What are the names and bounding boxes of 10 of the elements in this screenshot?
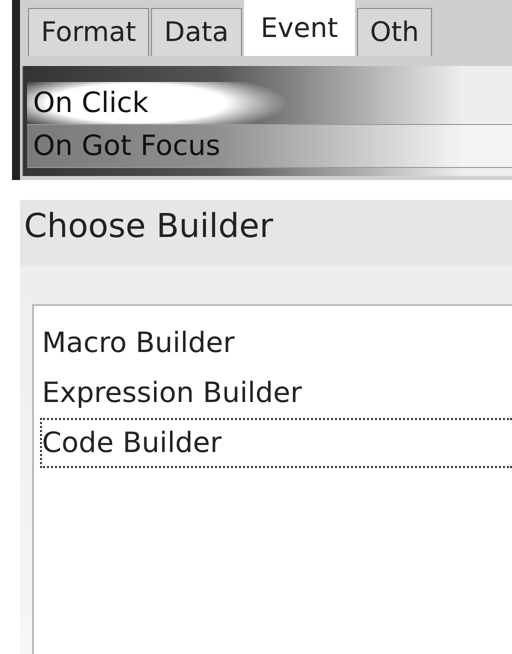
tab[interactable]: Data — [151, 8, 242, 56]
dialog-title: Choose Builder — [20, 200, 512, 266]
tab[interactable]: Format — [28, 8, 150, 56]
tab[interactable]: Oth — [356, 8, 432, 56]
property-row[interactable]: On Click — [27, 82, 512, 125]
list-item[interactable]: Code Builder — [40, 418, 512, 468]
property-row[interactable]: On Got Focus — [27, 125, 512, 168]
list-item[interactable]: Macro Builder — [40, 318, 512, 368]
list-item[interactable]: Expression Builder — [40, 368, 512, 418]
tab[interactable]: Event — [244, 0, 355, 56]
